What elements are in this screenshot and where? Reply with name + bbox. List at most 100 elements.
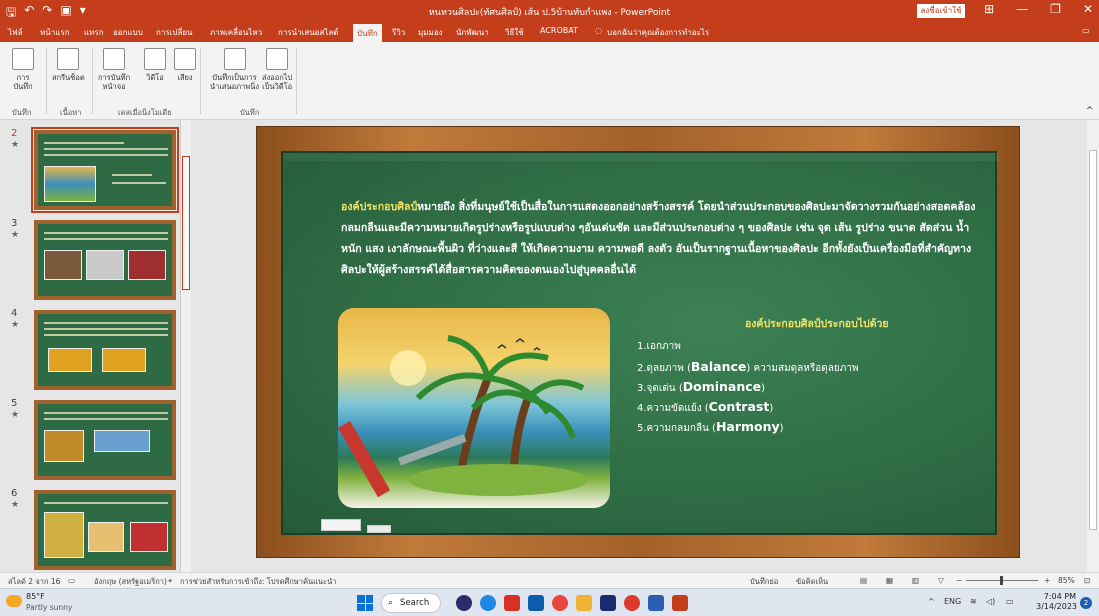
element-list[interactable]: 1.เอกภาพ 2.ดุลยภาพ (Balance) ความสมดุลหร…	[637, 339, 859, 439]
sign-in-button[interactable]: ลงชื่อเข้าใช้	[917, 4, 965, 18]
tray-overflow-icon[interactable]: ^	[928, 597, 935, 606]
audio-button[interactable]: เสียง	[174, 48, 196, 82]
tab-home[interactable]: หน้าแรก	[40, 26, 70, 39]
para-text: หมายถึง สิ่งที่มนุษย์ใช้เป็นสื่อในการแสด…	[341, 201, 976, 276]
chalk-piece	[367, 525, 391, 533]
video-icon	[144, 48, 166, 70]
zoom-in-button[interactable]: +	[1044, 576, 1050, 585]
notification-badge[interactable]: 2	[1080, 597, 1092, 609]
start-button[interactable]	[357, 595, 373, 611]
export-video-button[interactable]: ส่งออกไป เป็นวิดีโอ	[262, 48, 292, 91]
tab-record[interactable]: บันทึก	[353, 24, 382, 42]
record-button[interactable]: การ บันทึก	[12, 48, 34, 91]
editor-scroll-thumb[interactable]	[1089, 150, 1097, 530]
weather-desc[interactable]: Partly sunny	[26, 603, 72, 612]
slide-thumbnail-4[interactable]	[34, 310, 176, 390]
wifi-icon[interactable]: ≋	[970, 597, 977, 606]
tab-acrobat[interactable]: ACROBAT	[540, 26, 578, 35]
zoom-level[interactable]: 85%	[1058, 576, 1075, 585]
slide-thumbnail-3[interactable]	[34, 220, 176, 300]
chat-app-icon[interactable]	[456, 595, 472, 611]
save-as-slideshow-button[interactable]: บันทึกเป็นการ นำเสนอภาพนิ่ง	[210, 48, 259, 91]
zoom-slider[interactable]	[966, 576, 1038, 585]
video-button[interactable]: วิดีโอ	[144, 48, 166, 82]
tab-insert[interactable]: แทรก	[84, 26, 104, 39]
zoom-out-button[interactable]: −	[956, 576, 962, 585]
tab-view[interactable]: มุมมอง	[418, 26, 443, 39]
screen-recording-button[interactable]: การบันทึก หน้าจอ	[98, 48, 130, 91]
spelling-icon[interactable]: ▭	[68, 576, 75, 585]
store-icon[interactable]	[600, 595, 616, 611]
edge-icon[interactable]	[480, 595, 496, 611]
chalk-piece	[321, 519, 361, 531]
tab-review[interactable]: รีวิว	[392, 26, 405, 39]
close-button[interactable]: ✕	[1083, 2, 1093, 16]
animation-star-icon: ★	[11, 500, 20, 510]
collapse-ribbon-icon[interactable]: ^	[1086, 106, 1094, 116]
palm-tree-picture[interactable]	[338, 308, 610, 508]
language-indicator[interactable]: อังกฤษ (สหรัฐอเมริกา)	[94, 576, 167, 588]
record-icon	[12, 48, 34, 70]
word-icon[interactable]	[648, 595, 664, 611]
tell-me-input[interactable]: บอกฉันว่าคุณต้องการทำอะไร	[607, 26, 709, 39]
slide-thumbnail-5[interactable]	[34, 400, 176, 480]
weather-icon[interactable]	[6, 595, 22, 607]
list-item: 1.เอกภาพ	[637, 341, 681, 352]
slide-paragraph[interactable]: องค์ประกอบศิลป์หมายถึง สิ่งที่มนุษย์ใช้เ…	[341, 197, 981, 281]
zoom-slider-thumb[interactable]	[1000, 576, 1003, 585]
tab-slideshow[interactable]: การนำเสนอสไลด์	[278, 26, 339, 39]
system-clock[interactable]: 7:04 PM 3/14/2023	[1036, 592, 1077, 612]
chalkboard: องค์ประกอบศิลป์หมายถึง สิ่งที่มนุษย์ใช้เ…	[281, 151, 999, 535]
comments-button[interactable]: ข้อคิดเห็น	[796, 576, 828, 588]
ribbon: การ บันทึก สกรีนช็อต การบันทึก หน้าจอ วิ…	[0, 42, 1099, 120]
taskbar-search[interactable]: ⌕ Search	[381, 593, 441, 613]
tab-animations[interactable]: ภาพเคลื่อนไหว	[210, 26, 262, 39]
screenshot-button[interactable]: สกรีนช็อต	[52, 48, 85, 82]
tab-developer[interactable]: นักพัฒนา	[456, 26, 489, 39]
browser-icon[interactable]	[552, 595, 568, 611]
accessibility-icon[interactable]: ⌖	[168, 576, 172, 586]
normal-view-icon[interactable]: ▤	[860, 576, 867, 585]
ribbon-display-icon[interactable]: ⊞	[984, 2, 994, 16]
tab-design[interactable]: ออกแบบ	[113, 26, 143, 39]
slide-canvas[interactable]: องค์ประกอบศิลป์หมายถึง สิ่งที่มนุษย์ใช้เ…	[256, 126, 1020, 558]
tab-file[interactable]: ไฟล์	[8, 26, 23, 39]
weather-temp[interactable]: 85°F	[26, 592, 45, 601]
acrobat-icon[interactable]	[504, 595, 520, 611]
tab-help[interactable]: วิธีใช้	[505, 26, 524, 39]
thumb-number: 4	[11, 308, 18, 319]
accessibility-status[interactable]: การช่วยสำหรับการเข้าถึง: โปรดศึกษาค้นแนะ…	[180, 576, 336, 588]
minimize-button[interactable]: —	[1016, 2, 1028, 16]
battery-icon[interactable]: ▭	[1006, 597, 1014, 606]
thumbnail-scrollbar[interactable]	[180, 120, 191, 572]
slide-thumbnail-panel: 2 ★ 3 ★ 4 ★ 5 ★ 6 ★	[0, 120, 192, 572]
restore-button[interactable]: ❐	[1050, 2, 1061, 16]
animation-star-icon: ★	[11, 410, 20, 420]
editor-scrollbar[interactable]	[1087, 120, 1099, 572]
reading-view-icon[interactable]: ▥	[912, 576, 919, 585]
fit-slide-icon[interactable]: ⊡	[1084, 576, 1090, 585]
group-label-save: บันทึก	[240, 108, 260, 117]
ribbon-tabs: ไฟล์ หน้าแรก แทรก ออกแบบ การเปลี่ยน ภาพเ…	[0, 22, 1099, 42]
powerpoint-icon[interactable]	[672, 595, 688, 611]
para-highlight: องค์ประกอบศิลป์	[341, 201, 418, 213]
file-explorer-icon[interactable]	[576, 595, 592, 611]
comments-icon[interactable]: ▭	[1082, 26, 1090, 35]
volume-icon[interactable]: ◁)	[986, 597, 995, 606]
list-item: 5.ความกลมกลืน (Harmony)	[637, 419, 784, 434]
tab-transitions[interactable]: การเปลี่ยน	[156, 26, 193, 39]
list-heading: องค์ประกอบศิลป์ประกอบไปด้วย	[745, 318, 889, 330]
slide-thumbnail-2[interactable]	[31, 127, 179, 213]
slide-thumbnail-6[interactable]	[34, 490, 176, 570]
mail-icon[interactable]	[528, 595, 544, 611]
input-language[interactable]: ENG	[944, 597, 961, 606]
chrome-icon[interactable]	[624, 595, 640, 611]
slideshow-view-icon[interactable]: ▽	[938, 576, 944, 585]
slide-sorter-icon[interactable]: ▦	[886, 576, 893, 585]
thumbnail-scroll-thumb[interactable]	[182, 156, 190, 290]
status-bar: สไลด์ 2 จาก 16 ▭ อังกฤษ (สหรัฐอเมริกา) ⌖…	[0, 572, 1099, 588]
screen-recording-icon	[103, 48, 126, 70]
ribbon-divider	[200, 48, 201, 114]
notes-button[interactable]: บันทึกย่อ	[750, 576, 778, 588]
group-label-record: บันทึก	[12, 108, 32, 117]
